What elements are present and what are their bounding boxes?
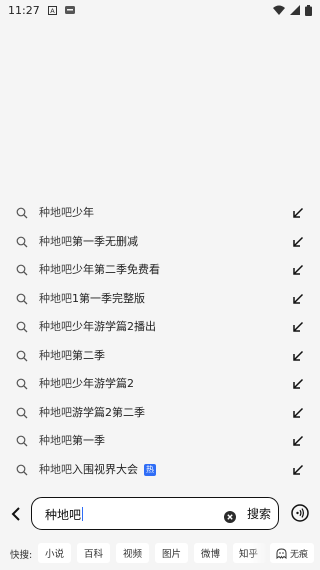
suggestion-prefix: 种地吧 (39, 206, 72, 220)
suggestion-prefix: 种地吧 (39, 377, 72, 391)
text-caret (82, 507, 84, 521)
voice-icon (291, 504, 309, 522)
suggestion-text: 种地吧少年 (39, 199, 94, 227)
suggestion-list: 种地吧少年 种地吧第一季无删减 种地吧少年第二季免费看 种地吧1第一季完整版 种地吧少年… (0, 199, 320, 484)
suggestion-item[interactable]: 种地吧第一季 (0, 427, 320, 456)
suggestion-rest: 第一季无删减 (72, 234, 138, 248)
hot-badge: 热 (144, 463, 156, 476)
quick-search-label: 快搜: (10, 550, 33, 561)
ghost-icon (276, 547, 287, 559)
notification-card-icon (64, 6, 75, 14)
suggestion-text: 种地吧第一季无删减 (39, 228, 138, 256)
search-input[interactable]: 种地吧 (45, 506, 84, 523)
fill-query-arrow-icon[interactable] (292, 350, 304, 362)
quick-chip-weibo[interactable]: 微博 (194, 543, 227, 563)
fill-query-arrow-icon[interactable] (292, 236, 304, 248)
search-icon (16, 293, 28, 304)
search-icon (16, 264, 28, 276)
suggestion-text: 种地吧入围视界大会热 (39, 456, 156, 484)
search-icon (16, 207, 28, 219)
suggestion-prefix: 种地吧 (39, 348, 72, 362)
search-button[interactable]: 搜索 (247, 505, 271, 522)
wifi-icon (273, 5, 285, 15)
search-icon (16, 236, 28, 247)
fill-query-arrow-icon[interactable] (292, 464, 304, 476)
suggestion-rest: 少年第二季免费看 (72, 263, 160, 277)
voice-search-button[interactable] (291, 504, 309, 522)
search-query: 种地吧 (45, 508, 82, 522)
clear-input-button[interactable] (224, 508, 236, 523)
suggestion-prefix: 种地吧 (39, 320, 72, 334)
incognito-button[interactable]: 无痕 (270, 543, 314, 563)
search-icon (16, 378, 28, 390)
suggestion-rest: 少年 (72, 206, 94, 220)
quick-chip-encyclopedia[interactable]: 百科 (77, 543, 110, 563)
suggestion-rest: 入围视界大会 (72, 462, 138, 476)
suggestion-prefix: 种地吧 (39, 263, 72, 277)
suggestion-text: 种地吧少年游学篇2 (39, 370, 134, 398)
fill-query-arrow-icon[interactable] (292, 407, 304, 419)
search-icon (16, 407, 28, 418)
suggestion-prefix: 种地吧 (39, 434, 72, 448)
suggestion-rest: 1第一季完整版 (72, 291, 145, 305)
search-icon (16, 464, 28, 475)
suggestion-item[interactable]: 种地吧少年第二季免费看 (0, 256, 320, 285)
svg-text:A: A (50, 7, 55, 15)
suggestion-prefix: 种地吧 (39, 234, 72, 248)
suggestion-rest: 第二季 (72, 348, 105, 362)
suggestion-rest: 游学篇2第二季 (72, 405, 145, 419)
suggestion-text: 种地吧1第一季完整版 (39, 285, 145, 313)
suggestion-text: 种地吧少年第二季免费看 (39, 256, 160, 284)
suggestion-prefix: 种地吧 (39, 405, 72, 419)
quick-chip-novel[interactable]: 小说 (38, 543, 71, 563)
battery-icon (305, 4, 312, 16)
suggestion-prefix: 种地吧 (39, 462, 72, 476)
signal-icon (290, 5, 300, 15)
search-icon (16, 435, 28, 447)
suggestion-text: 种地吧第一季 (39, 427, 105, 455)
suggestion-text: 种地吧第二季 (39, 342, 105, 370)
suggestion-item[interactable]: 种地吧少年 (0, 199, 320, 228)
status-bar: 11:27 A (0, 0, 320, 20)
suggestion-item[interactable]: 种地吧少年游学篇2 (0, 370, 320, 399)
clear-icon (224, 511, 236, 523)
search-page: 11:27 A 种地吧少年 种地吧第一季无删减 种地吧少年第二季免费看 种地吧1第一季… (0, 0, 320, 570)
suggestion-rest: 第一季 (72, 434, 105, 448)
quick-chip-video[interactable]: 视频 (116, 543, 149, 563)
search-icon (16, 321, 28, 333)
suggestion-item[interactable]: 种地吧游学篇2第二季 (0, 399, 320, 428)
search-row: 种地吧 搜索 (0, 495, 320, 533)
search-box[interactable]: 种地吧 搜索 (31, 497, 279, 530)
suggestion-item[interactable]: 种地吧入围视界大会热 (0, 456, 320, 485)
fill-query-arrow-icon[interactable] (292, 321, 304, 333)
suggestion-item[interactable]: 种地吧第二季 (0, 342, 320, 371)
suggestion-rest: 少年游学篇2播出 (72, 320, 156, 334)
suggestion-item[interactable]: 种地吧1第一季完整版 (0, 285, 320, 314)
chevron-left-icon (11, 507, 20, 521)
suggestion-rest: 少年游学篇2 (72, 377, 134, 391)
status-time: 11:27 (8, 3, 40, 17)
quick-chip-image[interactable]: 图片 (155, 543, 188, 563)
quick-search-bar: 快搜: 小说 百科 视频 图片 微博 知乎 无痕 (0, 540, 320, 568)
suggestion-text: 种地吧游学篇2第二季 (39, 399, 145, 427)
fill-query-arrow-icon[interactable] (292, 264, 304, 276)
fill-query-arrow-icon[interactable] (292, 435, 304, 447)
suggestion-prefix: 种地吧 (39, 291, 72, 305)
suggestion-item[interactable]: 种地吧少年游学篇2播出 (0, 313, 320, 342)
fill-query-arrow-icon[interactable] (292, 293, 304, 305)
search-icon (16, 350, 28, 361)
notification-a-icon: A (47, 5, 57, 15)
fill-query-arrow-icon[interactable] (292, 378, 304, 390)
suggestion-item[interactable]: 种地吧第一季无删减 (0, 228, 320, 257)
back-button[interactable] (8, 505, 24, 523)
suggestion-text: 种地吧少年游学篇2播出 (39, 313, 156, 341)
fill-query-arrow-icon[interactable] (292, 207, 304, 219)
incognito-label: 无痕 (289, 549, 308, 560)
